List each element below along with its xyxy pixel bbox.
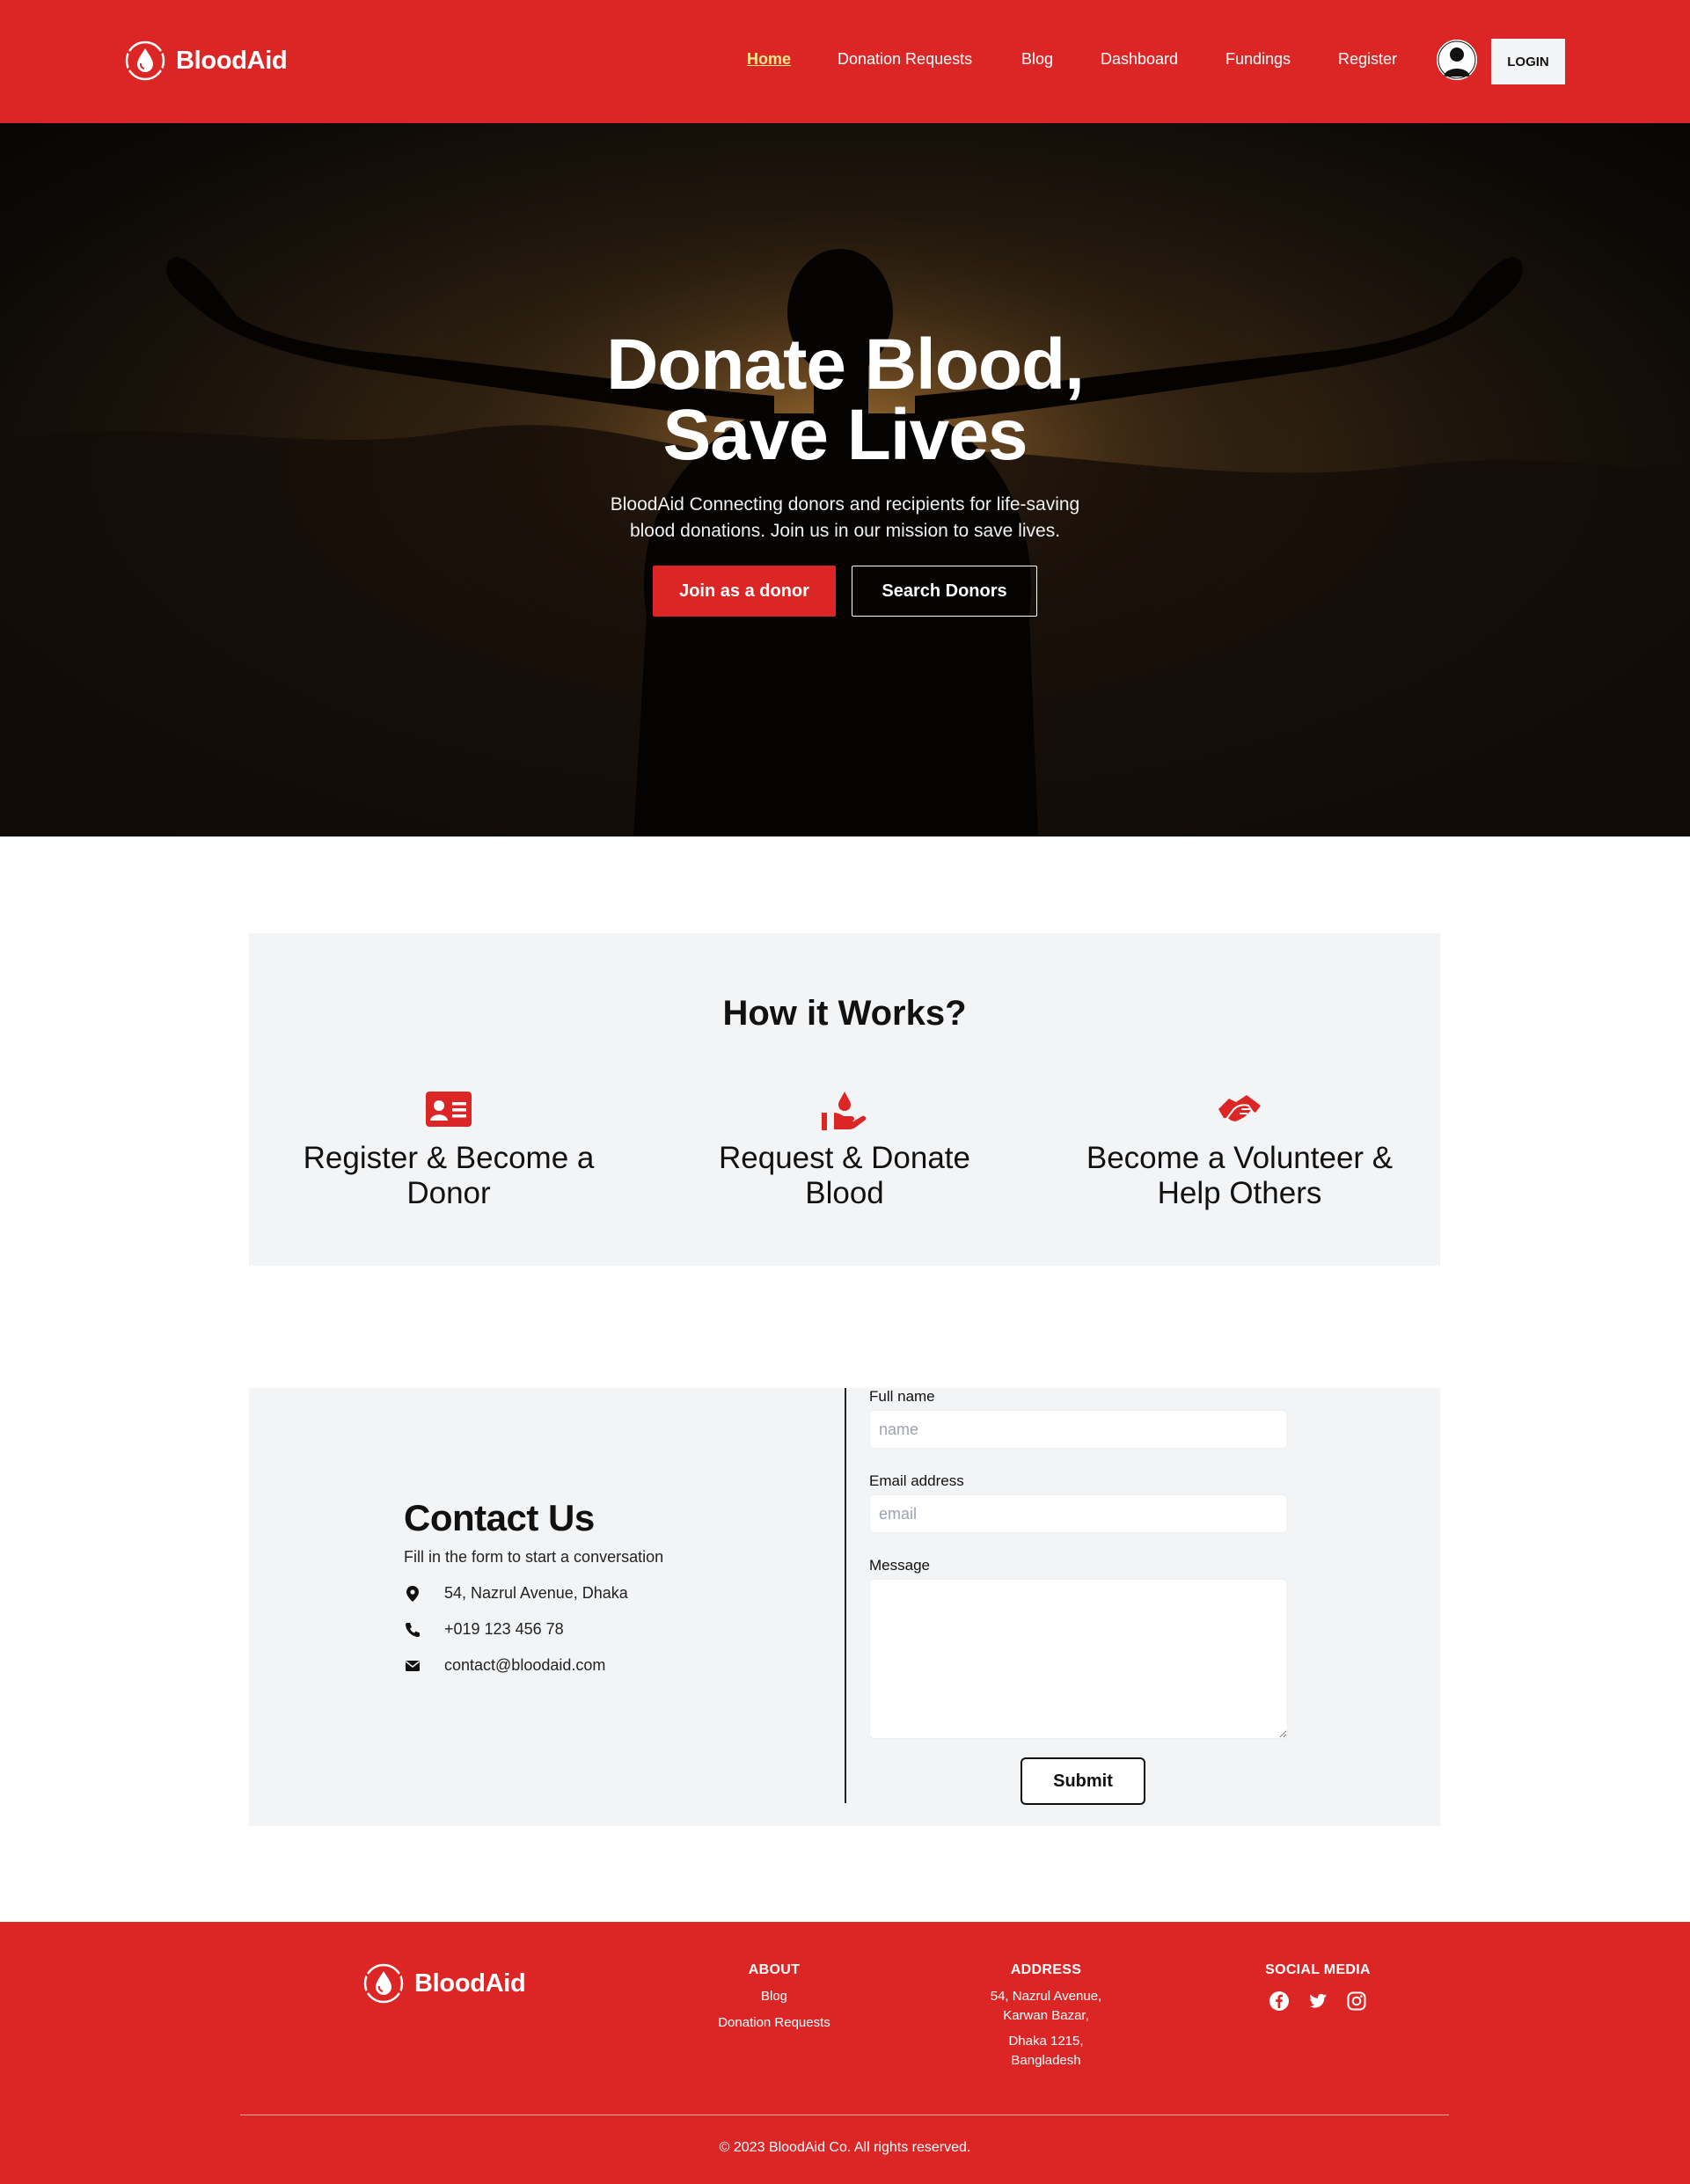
nav-link-dashboard[interactable]: Dashboard	[1101, 50, 1178, 69]
phone-icon	[406, 1622, 420, 1637]
footer-address-line-4: Bangladesh	[1011, 2053, 1081, 2068]
how-step-volunteer: Become a Volunteer & Help Others	[1072, 1092, 1407, 1211]
hand-holding-drop-icon	[822, 1092, 867, 1130]
contact-address: 54, Nazrul Avenue, Dhaka	[444, 1584, 628, 1602]
footer-about-column: ABOUT Blog Donation Requests	[686, 1962, 862, 2033]
how-step-request: Request & Donate Blood	[677, 1092, 1012, 1211]
hero-title-line-2: Save Lives	[662, 395, 1028, 475]
nav-link-register[interactable]: Register	[1338, 50, 1397, 69]
footer-brand-logo[interactable]: BloodAid	[362, 1961, 526, 2005]
search-donors-button[interactable]: Search Donors	[852, 566, 1037, 617]
contact-subtitle: Fill in the form to start a conversation	[404, 1548, 664, 1566]
nav-link-fundings[interactable]: Fundings	[1225, 50, 1291, 69]
nav-link-donation-requests[interactable]: Donation Requests	[838, 50, 972, 69]
contact-form: Full name Email address Message Submit	[869, 1388, 1288, 1805]
contact-email-row: contact@bloodaid.com	[404, 1656, 663, 1675]
footer-address-line-2: Karwan Bazar,	[1003, 2008, 1089, 2023]
join-as-donor-button[interactable]: Join as a donor	[653, 566, 836, 617]
hero-section: Donate Blood, Save Lives BloodAid Connec…	[0, 123, 1690, 836]
footer-social-column: SOCIAL MEDIA	[1230, 1962, 1406, 2012]
hero-actions: Join as a donor Search Donors	[0, 566, 1690, 617]
footer-address-line-3: Dhaka 1215,	[1008, 2034, 1084, 2049]
footer-social-title: SOCIAL MEDIA	[1265, 1962, 1371, 1977]
user-avatar-icon[interactable]	[1437, 40, 1477, 80]
instagram-icon[interactable]	[1346, 1990, 1367, 2012]
full-name-input[interactable]	[869, 1410, 1288, 1449]
email-label: Email address	[869, 1472, 964, 1489]
footer: BloodAid ABOUT Blog Donation Requests AD…	[0, 1922, 1690, 2184]
location-pin-icon	[406, 1585, 419, 1602]
contact-address-row: 54, Nazrul Avenue, Dhaka	[404, 1584, 663, 1603]
footer-link-donation-requests[interactable]: Donation Requests	[686, 2013, 862, 2033]
contact-phone: +019 123 456 78	[444, 1620, 564, 1638]
contact-divider	[845, 1388, 846, 1803]
footer-address-line-1: 54, Nazrul Avenue,	[990, 1989, 1102, 2004]
message-label: Message	[869, 1557, 930, 1574]
social-icons	[1230, 1990, 1406, 2012]
footer-address-title: ADDRESS	[1010, 1962, 1082, 1977]
nav-link-blog[interactable]: Blog	[1021, 50, 1053, 69]
footer-link-blog[interactable]: Blog	[686, 1987, 862, 2006]
envelope-icon	[406, 1660, 420, 1671]
how-it-works-title: How it Works?	[722, 994, 967, 1033]
how-step-label: Become a Volunteer & Help Others	[1086, 1141, 1394, 1210]
contact-info: Contact Us Fill in the form to start a c…	[404, 1497, 663, 1675]
full-name-label: Full name	[869, 1388, 935, 1405]
id-card-icon	[426, 1092, 472, 1127]
footer-brand-name: BloodAid	[414, 1969, 526, 1998]
how-step-register: Register & Become a Donor	[282, 1092, 616, 1211]
footer-about-title: ABOUT	[748, 1962, 801, 1977]
contact-section: Contact Us Fill in the form to start a c…	[249, 1388, 1440, 1826]
footer-copyright: © 2023 BloodAid Co. All rights reserved.	[719, 2140, 971, 2155]
footer-address-column: ADDRESS 54, Nazrul Avenue, Karwan Bazar,…	[958, 1962, 1134, 2071]
contact-title: Contact Us	[404, 1497, 595, 1538]
contact-phone-row: +019 123 456 78	[404, 1620, 663, 1639]
contact-email: contact@bloodaid.com	[444, 1656, 606, 1674]
navbar: BloodAid Home Donation Requests Blog Das…	[0, 0, 1690, 123]
login-button[interactable]: LOGIN	[1491, 39, 1565, 84]
how-step-label: Request & Donate Blood	[718, 1141, 970, 1210]
hero-subtitle: BloodAid Connecting donors and recipient…	[610, 494, 1080, 541]
nav-link-home[interactable]: Home	[747, 50, 791, 69]
twitter-icon[interactable]	[1307, 1990, 1328, 2012]
hero-content: Donate Blood, Save Lives BloodAid Connec…	[0, 329, 1690, 617]
submit-button[interactable]: Submit	[1021, 1757, 1145, 1805]
blood-drop-logo-icon	[363, 1963, 404, 2004]
handshake-icon	[1218, 1095, 1261, 1123]
email-input[interactable]	[869, 1494, 1288, 1533]
facebook-icon[interactable]	[1269, 1990, 1290, 2012]
how-step-label: Register & Become a Donor	[303, 1141, 595, 1210]
hero-title-line-1: Donate Blood,	[606, 325, 1085, 405]
hero-title: Donate Blood, Save Lives	[0, 329, 1690, 471]
how-it-works-section: How it Works? Register & Become a Donor …	[249, 933, 1440, 1266]
message-textarea[interactable]	[869, 1579, 1288, 1739]
